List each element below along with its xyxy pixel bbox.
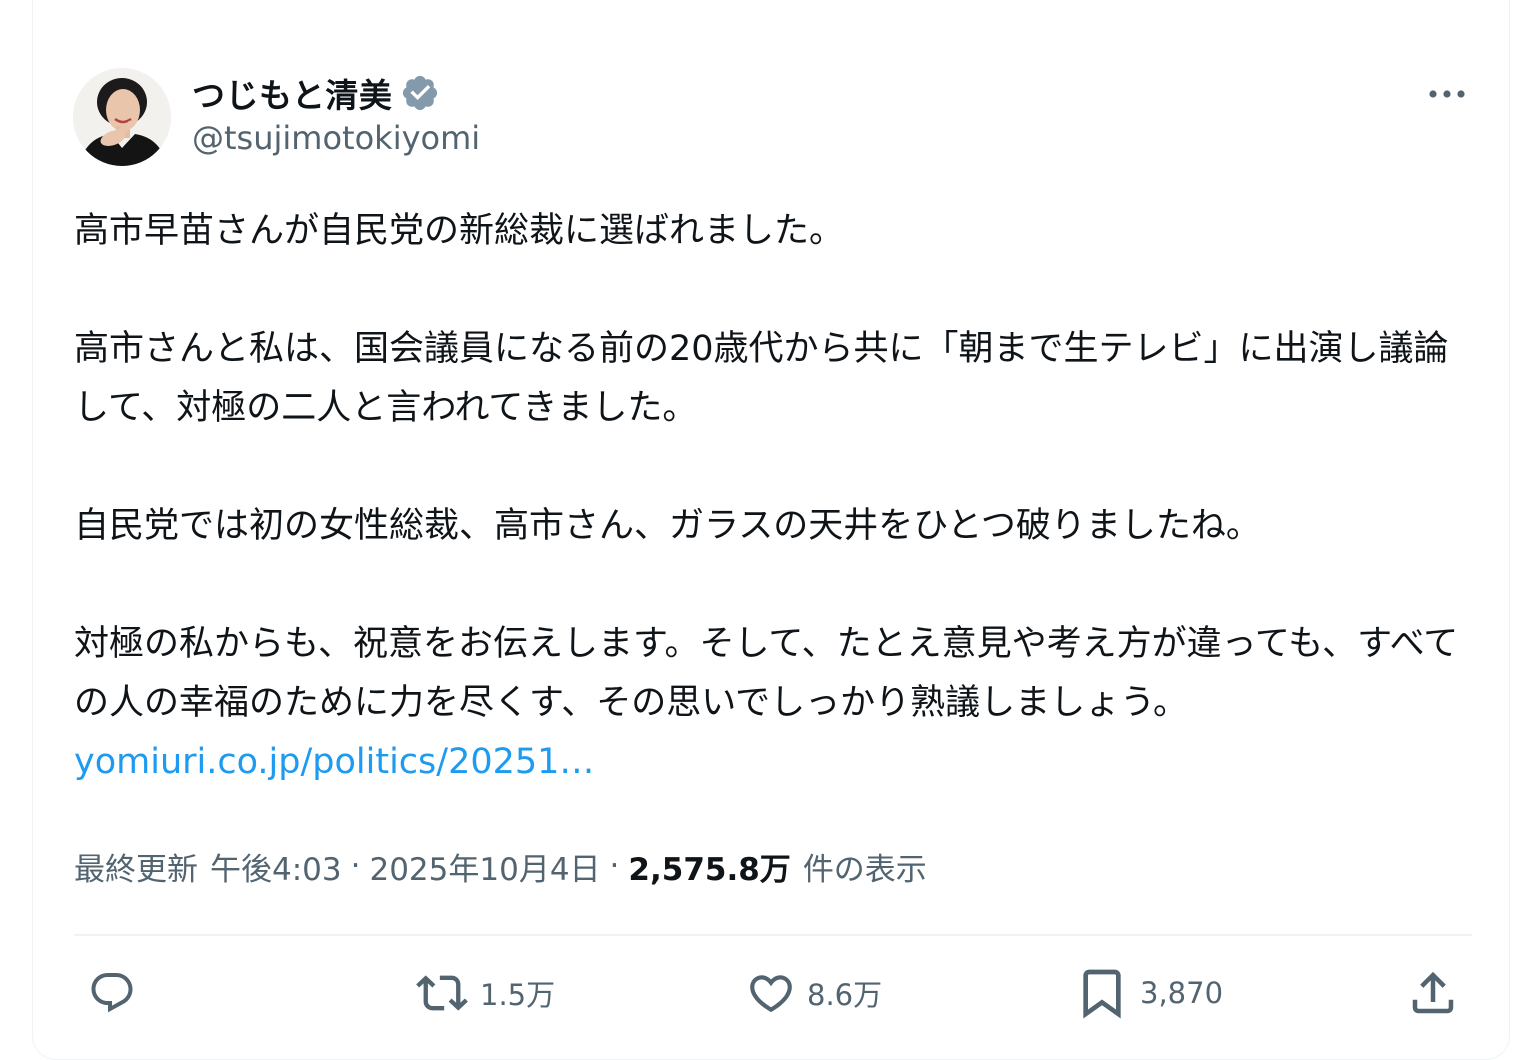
views-label: 件の表示 xyxy=(802,851,927,888)
tweet-paragraph: 高市早苗さんが自民党の新総裁に選ばれました。 xyxy=(74,211,845,251)
bookmark-button[interactable]: 3,870 xyxy=(1074,962,1223,1024)
tweet-meta: 最終更新 午後4:03 · 2025年10月4日 · 2,575.8万 件の表示 xyxy=(74,840,927,892)
avatar[interactable] xyxy=(73,68,171,166)
meta-separator: · xyxy=(609,848,620,884)
bookmark-icon xyxy=(1074,965,1130,1021)
like-button[interactable]: 8.6万 xyxy=(745,962,882,1024)
author-name[interactable]: つじもと清美 xyxy=(192,69,392,117)
updated-label: 最終更新 xyxy=(74,851,198,888)
meta-separator: · xyxy=(350,848,361,884)
verified-badge-icon[interactable] xyxy=(400,73,440,113)
divider xyxy=(74,934,1472,936)
like-icon xyxy=(745,968,797,1018)
share-icon xyxy=(1406,966,1460,1020)
reply-icon xyxy=(86,969,138,1017)
views-count[interactable]: 2,575.8万 xyxy=(628,844,790,889)
share-button[interactable] xyxy=(1406,962,1460,1024)
like-count: 8.6万 xyxy=(807,978,883,1012)
bookmark-count: 3,870 xyxy=(1140,976,1224,1010)
retweet-count: 1.5万 xyxy=(480,978,556,1012)
tweet-paragraph: 高市さんと私は、国会議員になる前の20歳代から共に「朝まで生テレビ」に出演し議論… xyxy=(74,329,1449,428)
author-name-row: つじもと清美 xyxy=(192,70,440,116)
tweet-text: 高市早苗さんが自民党の新総裁に選ばれました。 高市さんと私は、国会議員になる前の… xyxy=(74,202,1474,792)
tweet-link[interactable]: yomiuri.co.jp/politics/20251… xyxy=(74,742,594,782)
tweet-paragraph: 対極の私からも、祝意をお伝えします。そして、たとえ意見や考え方が違っても、すべて… xyxy=(74,615,1474,792)
reply-button[interactable] xyxy=(86,962,148,1024)
author-handle[interactable]: @tsujimotokiyomi xyxy=(192,119,480,157)
retweet-button[interactable]: 1.5万 xyxy=(414,962,555,1024)
tweet-time[interactable]: 午後4:03 xyxy=(210,844,342,889)
tweet-paragraph-text: 対極の私からも、祝意をお伝えします。そして、たとえ意見や考え方が違っても、すべて… xyxy=(74,624,1459,723)
more-icon[interactable] xyxy=(1422,74,1472,114)
tweet-paragraph: 自民党では初の女性総裁、高市さん、ガラスの天井をひとつ破りましたね。 xyxy=(74,506,1261,546)
tweet-date[interactable]: 2025年10月4日 xyxy=(369,844,600,889)
retweet-icon xyxy=(414,967,470,1019)
